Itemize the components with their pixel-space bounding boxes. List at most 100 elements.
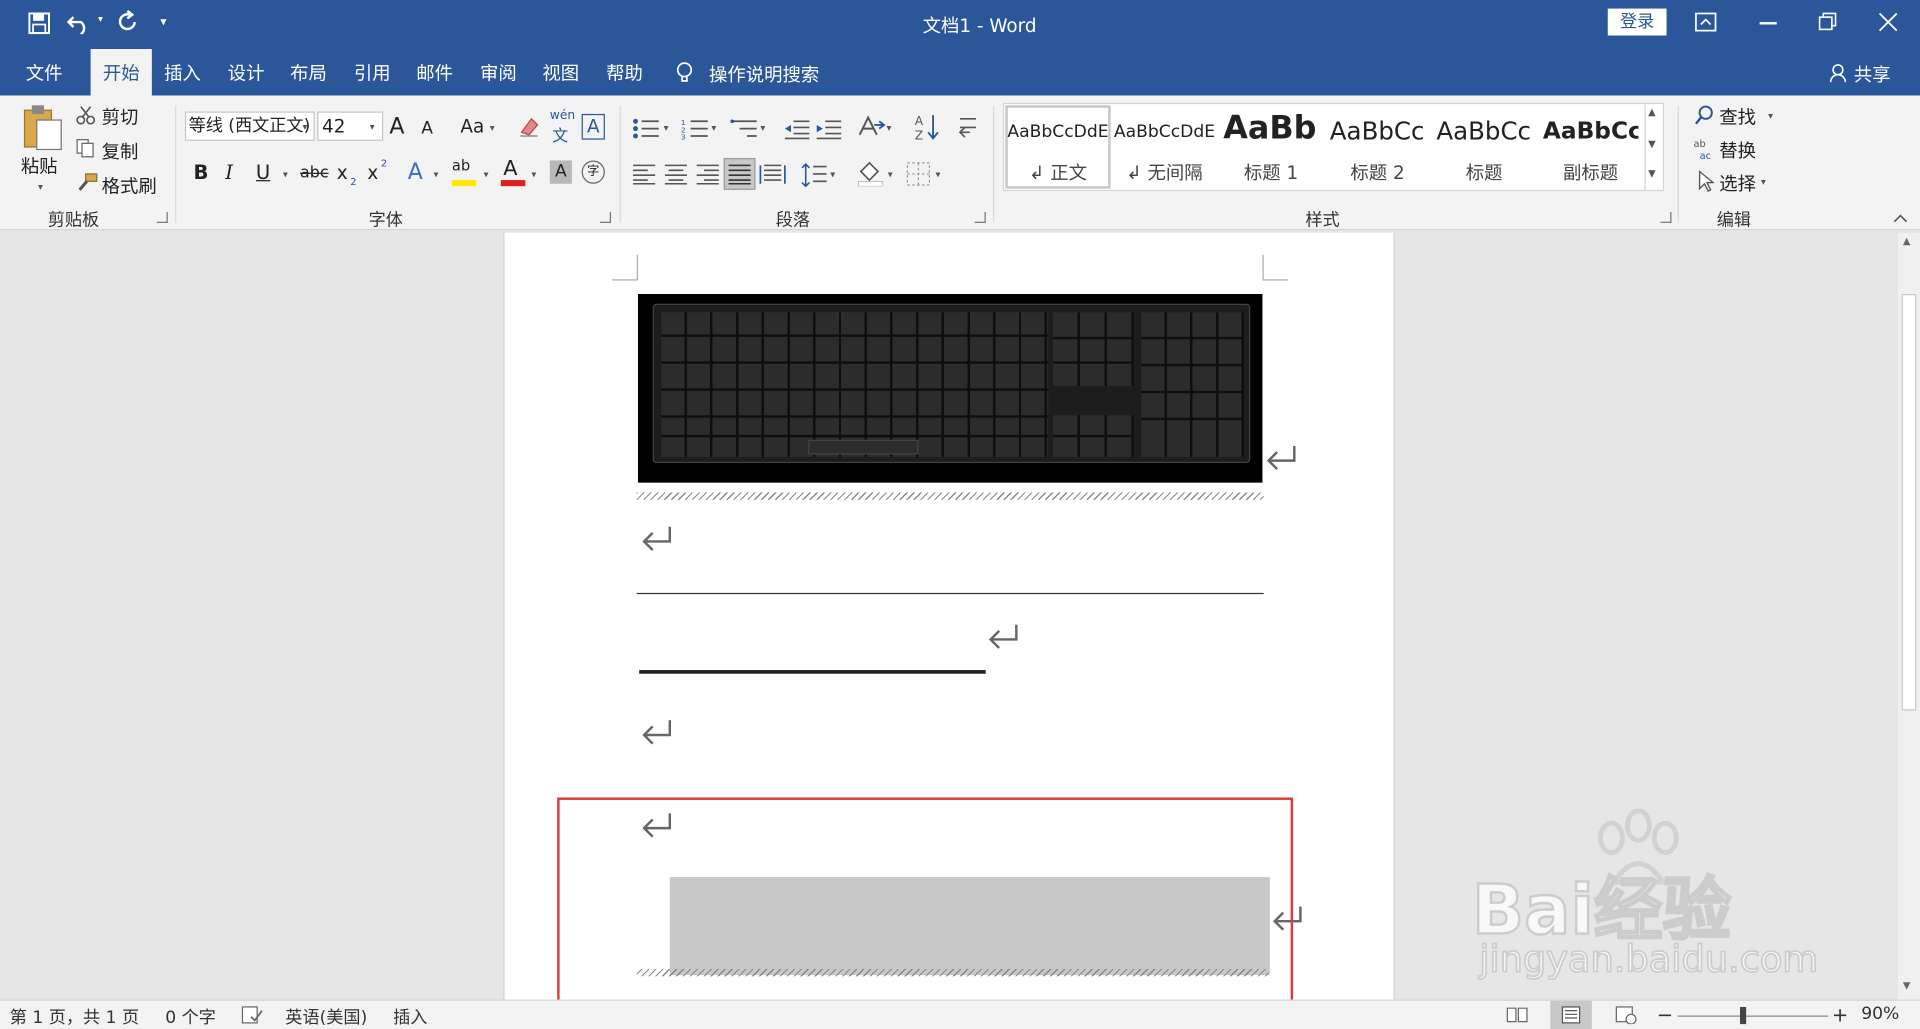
enclose-characters-button[interactable]: 字 [581,160,605,184]
borders-icon[interactable] [906,162,931,187]
keyboard-image[interactable] [637,294,1263,483]
proofing-icon[interactable] [241,1006,263,1024]
underline-dropdown-icon[interactable]: ▾ [283,169,288,180]
font-name-dropdown-icon[interactable]: ▾ [302,121,307,132]
share-button[interactable]: 共享 [1854,61,1891,87]
text-effects-button[interactable]: A [408,159,423,185]
font-launcher-icon[interactable] [600,211,612,223]
align-center-icon[interactable] [664,163,688,185]
text-effects-dropdown-icon[interactable]: ▾ [433,169,438,180]
customize-qat-icon[interactable]: ▾ [160,16,166,29]
strikethrough-button[interactable]: abc [300,164,329,182]
scrollbar-thumb[interactable] [1901,294,1917,711]
shading-dropdown-icon[interactable]: ▾ [888,169,893,180]
scroll-up-icon[interactable]: ▲ [1903,235,1911,246]
style-heading-2[interactable]: AaBbCc 标题 2 [1325,108,1430,189]
phonetic-guide-button[interactable]: 文 [552,123,568,145]
print-layout-icon[interactable] [1560,1006,1582,1024]
copy-button[interactable]: 复制 [102,138,139,164]
multilevel-dropdown-icon[interactable]: ▾ [760,123,765,134]
clipboard-launcher-icon[interactable] [156,211,168,223]
zoom-out-button[interactable]: − [1657,1003,1673,1026]
change-case-dropdown-icon[interactable]: ▾ [490,123,495,134]
distributed-icon[interactable] [759,163,786,185]
styles-scroll-up-icon[interactable]: ▲ [1648,107,1656,118]
paragraph-launcher-icon[interactable] [974,211,986,223]
line-spacing-dropdown-icon[interactable]: ▾ [830,169,835,180]
undo-icon[interactable] [66,10,93,35]
grow-font-button[interactable]: A [389,114,404,140]
close-icon[interactable] [1878,12,1898,32]
zoom-slider-thumb[interactable] [1740,1006,1747,1025]
font-name-select[interactable]: 等线 (西文正文) [184,111,315,141]
shrink-font-button[interactable]: A [421,119,433,139]
format-painter-button[interactable]: 格式刷 [102,173,157,199]
style-no-spacing[interactable]: AaBbCcDdE ↲ 无间隔 [1112,108,1217,189]
increase-indent-icon[interactable] [816,118,843,140]
horizontal-line[interactable] [636,592,1264,595]
chinese-layout-dropdown-icon[interactable]: ▾ [887,123,892,134]
save-icon[interactable] [27,11,51,36]
language-indicator[interactable]: 英语(美国) [285,1005,367,1029]
tab-home[interactable]: 开始 [90,49,152,96]
tab-view[interactable]: 视图 [535,49,586,96]
justify-icon[interactable] [727,163,751,185]
align-right-icon[interactable] [696,163,720,185]
bullets-dropdown-icon[interactable]: ▾ [664,123,669,134]
restore-icon[interactable] [1818,12,1838,32]
tab-layout[interactable]: 布局 [283,49,334,96]
numbering-icon[interactable]: 123 [681,118,710,140]
italic-button[interactable]: I [225,160,233,183]
numbering-dropdown-icon[interactable]: ▾ [711,123,716,134]
zoom-slider-track[interactable] [1677,1015,1829,1017]
insert-mode[interactable]: 插入 [393,1005,427,1029]
sort-icon[interactable]: AZ [915,113,939,142]
shading-icon[interactable] [857,159,884,187]
line-spacing-icon[interactable] [801,163,828,188]
tab-review[interactable]: 审阅 [473,49,524,96]
styles-scroll-down-icon[interactable]: ▼ [1648,138,1656,149]
replace-button[interactable]: 替换 [1719,137,1756,163]
tab-insert[interactable]: 插入 [157,49,208,96]
scroll-down-icon[interactable]: ▼ [1903,980,1911,991]
minimize-icon[interactable] [1759,22,1777,24]
web-layout-icon[interactable] [1615,1006,1637,1025]
paste-button[interactable]: 粘贴 [21,153,58,179]
login-button[interactable]: 登录 [1607,8,1667,36]
tell-me-search[interactable]: 操作说明搜索 [709,61,819,87]
character-border-button[interactable]: A [581,113,605,140]
highlight-button[interactable]: ab [452,157,470,174]
zoom-level[interactable]: 90% [1861,1005,1899,1025]
tab-design[interactable]: 设计 [220,49,271,96]
highlight-dropdown-icon[interactable]: ▾ [484,169,489,180]
underline-rule[interactable] [639,670,986,674]
borders-dropdown-icon[interactable]: ▾ [936,169,941,180]
tab-references[interactable]: 引用 [347,49,398,96]
undo-dropdown-icon[interactable]: ▾ [98,13,103,24]
paste-icon[interactable] [20,103,64,152]
bullets-icon[interactable] [632,118,661,140]
find-button[interactable]: 查找 [1719,104,1756,130]
find-dropdown-icon[interactable]: ▾ [1768,110,1773,121]
styles-more-icon[interactable]: ▼ [1648,168,1656,179]
subscript-button[interactable]: x [337,162,348,184]
style-title[interactable]: AaBbCc 标题 [1431,108,1536,189]
tab-file[interactable]: 文件 [10,49,79,96]
style-subtitle[interactable]: AaBbCc 副标题 [1538,108,1643,189]
vertical-scrollbar[interactable]: ▲ ▼ [1897,232,1920,1000]
paste-dropdown-icon[interactable]: ▾ [38,181,43,192]
underline-button[interactable]: U [256,160,270,183]
phonetic-guide-top[interactable]: wén [550,109,575,122]
zoom-in-button[interactable]: + [1832,1003,1848,1026]
font-size-dropdown-icon[interactable]: ▾ [370,121,375,132]
select-dropdown-icon[interactable]: ▾ [1761,176,1766,187]
styles-launcher-icon[interactable] [1660,211,1672,223]
style-heading-1[interactable]: AaBb 标题 1 [1218,108,1323,189]
align-left-icon[interactable] [632,163,656,185]
select-button[interactable]: 选择 [1719,170,1756,196]
clear-formatting-icon[interactable] [518,115,540,137]
style-normal[interactable]: AaBbCcDdE ↲ 正文 [1005,108,1110,189]
font-color-dropdown-icon[interactable]: ▾ [531,169,536,180]
chinese-layout-icon[interactable] [857,115,886,140]
word-count[interactable]: 0 个字 [165,1005,216,1029]
